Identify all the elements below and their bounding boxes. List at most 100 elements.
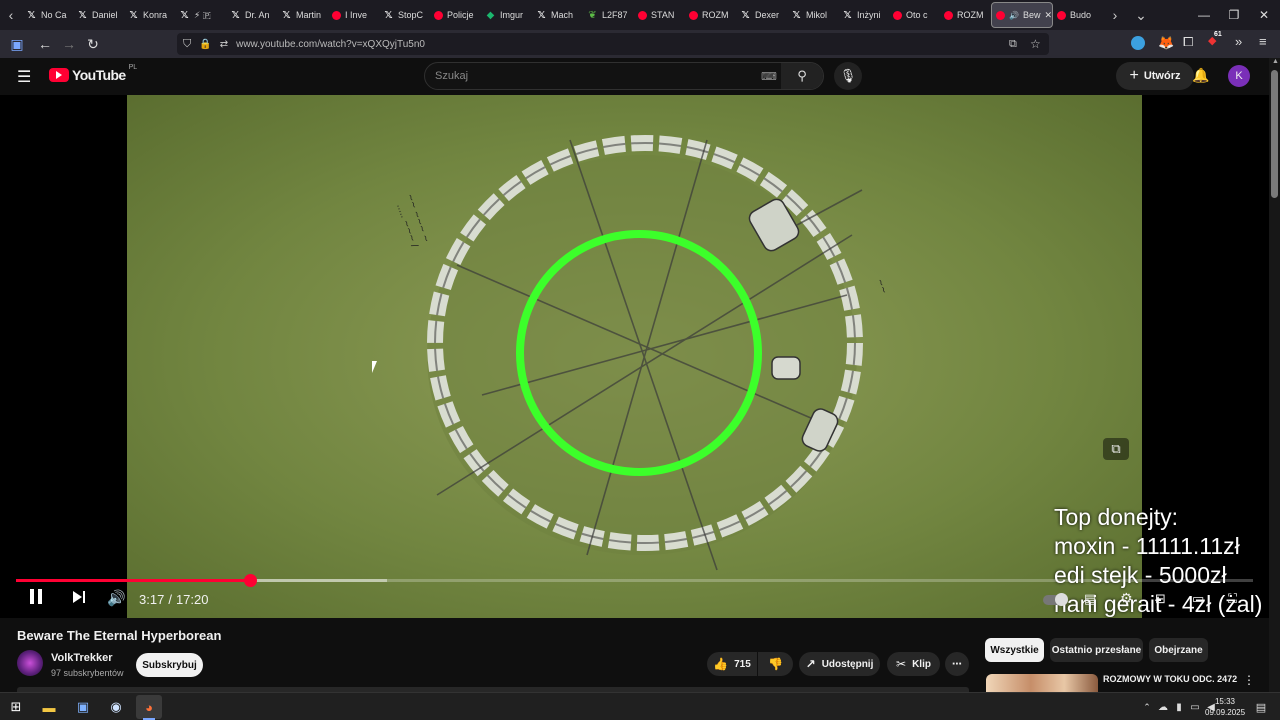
shield-icon[interactable]: ⛉ — [183, 38, 191, 51]
video-frame[interactable]: ..... ~~~ / ~~ ~~~ ~ ~~ ⧉ — [127, 95, 1142, 618]
browser-nav-bar: ▣ ← → ↻ ⛉ 🔒 ⇄ www.youtube.com/watch?v=xQ… — [0, 30, 1280, 58]
youtube-logo[interactable]: YouTube PL — [49, 64, 137, 83]
guide-menu-icon[interactable]: ☰ — [17, 67, 31, 87]
forward-icon[interactable]: → — [57, 32, 81, 56]
create-button[interactable]: + Utwórz — [1116, 62, 1194, 90]
browser-tab[interactable]: 𝕏 Konra — [124, 2, 175, 28]
sidebar-toggle-icon[interactable]: ▣ — [5, 32, 29, 56]
scroll-up-icon[interactable]: ▲ — [1272, 58, 1279, 65]
url-text[interactable]: www.youtube.com/watch?v=xQXQyjTu5n0 — [236, 39, 425, 50]
share-button[interactable]: ↗ Udostępnij — [799, 652, 880, 676]
windows-start-icon[interactable]: ⊞ — [5, 697, 27, 717]
browser-tab[interactable]: ROZM — [685, 2, 736, 28]
duration: 17:20 — [175, 592, 209, 607]
overflow-chevron-icon[interactable]: » — [1235, 34, 1242, 49]
notification-center-icon[interactable]: ▤ — [1250, 697, 1272, 717]
tab-label: StopC — [398, 10, 424, 20]
search-icon: ⚲ — [797, 68, 807, 83]
settings-gear-icon[interactable]: ⚙ — [1120, 590, 1133, 607]
browser-tab[interactable]: ROZM — [940, 2, 991, 28]
browser-tab[interactable]: 𝕏 No Ca — [22, 2, 73, 28]
browser-tab[interactable]: ◆ Imgur — [481, 2, 532, 28]
browser-tab[interactable]: STAN — [634, 2, 685, 28]
back-icon[interactable]: ← — [33, 32, 57, 56]
theater-mode-icon[interactable]: ▭ — [1192, 591, 1204, 607]
voice-search-icon[interactable]: 🎙 — [834, 62, 862, 90]
filter-chip-watched[interactable]: Obejrzane — [1149, 638, 1208, 662]
browser-tab[interactable]: Policje — [430, 2, 481, 28]
filter-chip-recent[interactable]: Ostatnio przesłane — [1050, 638, 1143, 662]
search-box[interactable]: Szukaj ⌨ ⚲ — [424, 62, 824, 90]
browser-tab[interactable]: 𝕏 Mikol — [787, 2, 838, 28]
video-content-drawing: ..... ~~~ / ~~ ~~~ ~ ~~ — [127, 95, 1142, 618]
browser-tab[interactable]: 𝕏 Inżyni — [838, 2, 889, 28]
browser-tab[interactable]: 𝕏 Daniel — [73, 2, 124, 28]
fullscreen-icon[interactable]: ⛶ — [1228, 591, 1237, 607]
volume-icon[interactable]: 🔊 — [107, 589, 126, 607]
keyboard-icon[interactable]: ⌨ — [761, 70, 777, 83]
close-tab-icon[interactable]: ✕ — [1044, 10, 1052, 21]
computer-icon[interactable]: ▣ — [72, 697, 94, 717]
close-window-icon[interactable]: ✕ — [1244, 0, 1280, 30]
pip-icon[interactable]: ⧉ — [1009, 38, 1017, 51]
browser-tab[interactable]: 𝕏 Martin — [277, 2, 328, 28]
subscribe-button[interactable]: Subskrybuj — [136, 653, 203, 677]
extension-icon[interactable] — [1131, 36, 1145, 50]
tab-list: 𝕏 No Ca 𝕏 Daniel 𝕏 Konra 𝕏 ⚡ 🇵 𝕏 Dr. An 𝕏 Martin I I… — [22, 2, 1104, 28]
browser-tab[interactable]: 𝕏 Mach — [532, 2, 583, 28]
extension-icon[interactable]: 🦊 — [1158, 35, 1174, 50]
browser-tab[interactable]: 𝕏 Dexer — [736, 2, 787, 28]
channel-name[interactable]: VolkTrekker — [51, 652, 113, 664]
next-button[interactable] — [73, 591, 85, 603]
browser-tab[interactable]: I Inve — [328, 2, 379, 28]
app-menu-icon[interactable]: ≡ — [1259, 34, 1267, 49]
browser-tab[interactable]: Oto c — [889, 2, 940, 28]
video-player[interactable]: ..... ~~~ / ~~ ~~~ ~ ~~ ⧉ Top donejty: m… — [0, 95, 1269, 618]
file-explorer-icon[interactable]: ▬ — [38, 697, 60, 717]
tab-label: Dr. An — [245, 10, 270, 20]
x-logo-icon: 𝕏 — [282, 9, 291, 21]
seek-bar[interactable] — [16, 574, 1253, 587]
extensions-puzzle-icon[interactable]: ⧠ — [1183, 34, 1193, 50]
pause-button[interactable] — [30, 589, 42, 604]
miniplayer-button-icon[interactable]: ⊟ — [1155, 591, 1166, 607]
tab-scroll-right-icon[interactable]: › — [1104, 7, 1126, 23]
current-time: 3:17 — [139, 592, 165, 607]
filter-chip-all[interactable]: Wszystkie — [985, 638, 1044, 662]
channel-avatar[interactable] — [17, 650, 43, 676]
page-permissions-icon[interactable]: ⇄ — [220, 39, 228, 50]
notifications-bell-icon[interactable]: 🔔 — [1192, 67, 1209, 84]
firefox-icon[interactable]: ◕ — [136, 695, 162, 719]
recommended-menu-icon[interactable]: ⋮ — [1243, 673, 1255, 687]
list-all-tabs-icon[interactable]: ⌄ — [1130, 7, 1152, 24]
browser-tab[interactable]: ❦ L2F87 — [583, 2, 634, 28]
page-scrollbar[interactable]: ▲ — [1269, 58, 1280, 692]
url-bar[interactable]: ⛉ 🔒 ⇄ www.youtube.com/watch?v=xQXQyjTu5n… — [177, 33, 1049, 55]
steam-icon[interactable]: ◉ — [105, 697, 127, 717]
clip-button[interactable]: ✂ Klip — [887, 652, 940, 676]
bookmark-star-icon[interactable]: ☆ — [1030, 37, 1041, 51]
subtitles-icon[interactable]: ▤ — [1084, 591, 1096, 607]
lock-icon[interactable]: 🔒 — [199, 39, 211, 50]
reload-icon[interactable]: ↻ — [81, 32, 105, 56]
browser-tab[interactable]: 𝕏 StopC — [379, 2, 430, 28]
clock[interactable]: 15:33 09.09.2025 — [1205, 696, 1245, 718]
browser-tab[interactable]: 🔊 Bew ✕ — [991, 2, 1053, 28]
search-button[interactable]: ⚲ — [781, 63, 823, 89]
avatar[interactable]: K — [1228, 65, 1250, 87]
x-logo-icon: 𝕏 — [537, 9, 546, 21]
miniplayer-icon[interactable]: ⧉ — [1103, 438, 1129, 460]
recommended-thumbnail[interactable] — [986, 674, 1098, 694]
tab-scroll-left-icon[interactable]: ‹ — [0, 7, 22, 23]
search-input[interactable]: Szukaj — [435, 70, 468, 82]
browser-tab[interactable]: 𝕏 ⚡ 🇵 — [175, 2, 226, 28]
like-button[interactable]: 👍 715 — [707, 652, 757, 676]
scrollbar-thumb[interactable] — [1271, 70, 1278, 198]
dislike-button[interactable]: 👎 — [758, 652, 793, 676]
browser-tab[interactable]: Budo — [1053, 2, 1104, 28]
more-actions-icon[interactable]: ⋯ — [945, 652, 969, 676]
x-logo-icon: 𝕏 — [231, 9, 240, 21]
audio-playing-icon[interactable]: 🔊 — [1009, 11, 1019, 20]
recommended-title[interactable]: ROZMOWY W TOKU ODC. 2472 — [1103, 674, 1237, 684]
browser-tab[interactable]: 𝕏 Dr. An — [226, 2, 277, 28]
